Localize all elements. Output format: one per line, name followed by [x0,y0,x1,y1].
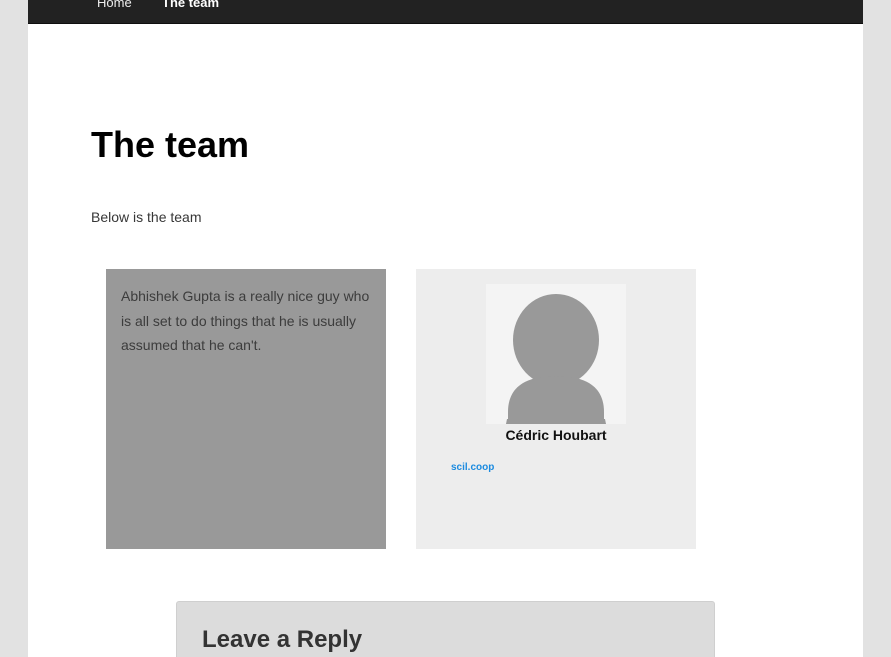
page-container: Home The team The team Below is the team… [28,0,863,657]
intro-text: Below is the team [91,209,202,225]
team-member-profile-card: Cédric Houbart scil.coop [416,269,696,549]
avatar [486,284,626,424]
comment-respond-box: Leave a Reply [176,601,715,657]
nav-item-the-team[interactable]: The team [162,0,219,12]
team-member-bio-card: Abhishek Gupta is a really nice guy who … [106,269,386,549]
page-title: The team [91,124,250,165]
bio-text: Abhishek Gupta is a really nice guy who … [121,288,370,353]
default-user-silhouette-icon [506,294,606,424]
leave-reply-heading: Leave a Reply [202,626,363,653]
nav-item-home[interactable]: Home [97,0,132,12]
member-website-link[interactable]: scil.coop [451,461,494,475]
top-navigation: Home The team [28,0,863,24]
member-name: Cédric Houbart [505,427,607,443]
